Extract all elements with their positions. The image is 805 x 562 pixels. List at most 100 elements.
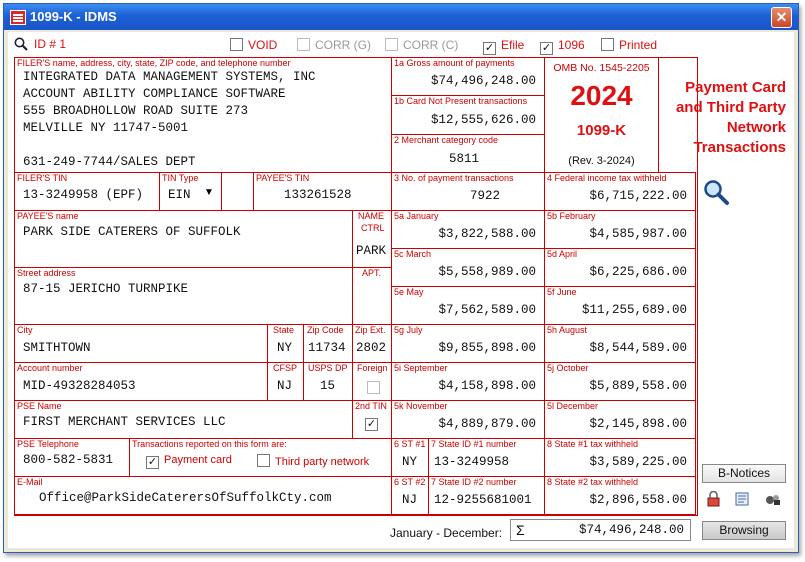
box3-label: 3 No. of payment transactions bbox=[394, 173, 514, 183]
usps-dp-field[interactable]: USPS DP 15 bbox=[303, 362, 353, 401]
email-value: Office@ParkSideCaterersOfSuffolkCty.com bbox=[39, 491, 332, 505]
state2-code[interactable]: 6 ST #2 NJ bbox=[391, 476, 429, 515]
box5g-value: $9,855,898.00 bbox=[438, 341, 536, 355]
filer-block[interactable]: FILER'S name, address, city, state, ZIP … bbox=[14, 57, 392, 173]
corr-g-checkbox[interactable]: CORR (G) bbox=[297, 38, 371, 52]
box5h[interactable]: 5h August $8,544,589.00 bbox=[544, 324, 696, 363]
tools-icon[interactable] bbox=[764, 491, 782, 507]
corr-c-checkbox[interactable]: CORR (C) bbox=[385, 38, 458, 52]
payment-card-checkbox[interactable]: ✓ bbox=[146, 456, 159, 469]
id-selector[interactable]: ID # 1 bbox=[14, 37, 66, 51]
omb-block: OMB No. 1545-2205 2024 1099-K (Rev. 3-20… bbox=[544, 57, 659, 173]
box5a[interactable]: 5a January $3,822,588.00 bbox=[391, 210, 545, 249]
title-bar[interactable]: 1099-K - IDMS ✕ bbox=[4, 4, 798, 30]
void-checkbox[interactable]: VOID bbox=[230, 38, 277, 52]
street-address[interactable]: Street address 87-15 JERICHO TURNPIKE bbox=[14, 267, 353, 325]
state1-id-value: 13-3249958 bbox=[434, 455, 510, 469]
payee-tin[interactable]: PAYEE'S TIN 133261528 bbox=[253, 172, 392, 211]
second-tin-checkbox[interactable]: ✓ bbox=[365, 418, 378, 431]
state2-tax[interactable]: 8 State #2 tax withheld $2,896,558.00 bbox=[544, 476, 696, 515]
payee-tin-label: PAYEE'S TIN bbox=[256, 173, 310, 183]
browsing-button[interactable]: Browsing bbox=[702, 521, 786, 540]
form1096-checkbox[interactable]: ✓ 1096 bbox=[540, 38, 585, 55]
box5e[interactable]: 5e May $7,562,589.00 bbox=[391, 286, 545, 325]
notes-icon[interactable] bbox=[734, 491, 752, 507]
box5l[interactable]: 5l December $2,145,898.00 bbox=[544, 400, 696, 439]
box5g[interactable]: 5g July $9,855,898.00 bbox=[391, 324, 545, 363]
box1b-label: 1b Card Not Present transactions bbox=[394, 96, 528, 106]
box5j-label: 5j October bbox=[547, 363, 589, 373]
state1-id[interactable]: 7 State ID #1 number 13-3249958 bbox=[428, 438, 545, 477]
cfsp-field[interactable]: CFSP NJ bbox=[267, 362, 304, 401]
box5i-value: $4,158,898.00 bbox=[438, 379, 536, 393]
state1-code[interactable]: 6 ST #1 NY bbox=[391, 438, 429, 477]
b-notices-button[interactable]: B-Notices bbox=[702, 464, 786, 483]
state1-tax-value: $3,589,225.00 bbox=[589, 455, 687, 469]
name-ctrl[interactable]: NAME CTRL PARK bbox=[352, 210, 392, 268]
cfsp-value: NJ bbox=[277, 379, 293, 393]
zip-ext-label: Zip Ext. bbox=[355, 325, 386, 335]
box4[interactable]: 4 Federal income tax withheld $6,715,222… bbox=[544, 172, 696, 211]
printed-checkbox[interactable]: Printed bbox=[601, 38, 657, 52]
box2[interactable]: 2 Merchant category code 5811 bbox=[391, 134, 545, 173]
third-party-checkbox[interactable] bbox=[257, 454, 270, 467]
box5j[interactable]: 5j October $5,889,558.00 bbox=[544, 362, 696, 401]
close-button[interactable]: ✕ bbox=[771, 7, 792, 28]
sigma-icon: Σ bbox=[516, 522, 525, 538]
chevron-down-icon[interactable]: ▼ bbox=[204, 187, 214, 198]
box5a-value: $3,822,588.00 bbox=[438, 227, 536, 241]
payment-card-option[interactable]: ✓ Payment card bbox=[146, 454, 232, 469]
state2-tax-label: 8 State #2 tax withheld bbox=[547, 477, 639, 487]
payment-card-label: Payment card bbox=[164, 454, 232, 466]
tin-type-value: EIN bbox=[168, 188, 191, 202]
box1b[interactable]: 1b Card Not Present transactions $12,555… bbox=[391, 95, 545, 135]
box2-label: 2 Merchant category code bbox=[394, 135, 499, 145]
box5l-label: 5l December bbox=[547, 401, 599, 411]
state-label: State bbox=[273, 325, 295, 335]
filer-tin[interactable]: FILER'S TIN 13-3249958 (EPF) bbox=[14, 172, 160, 211]
payee-name-label: PAYEE'S name bbox=[17, 211, 79, 221]
box5d[interactable]: 5d April $6,225,686.00 bbox=[544, 248, 696, 287]
box5f[interactable]: 5f June $11,255,689.00 bbox=[544, 286, 696, 325]
form1096-box[interactable]: ✓ bbox=[540, 42, 553, 55]
box3[interactable]: 3 No. of payment transactions 7922 bbox=[391, 172, 545, 211]
box5k[interactable]: 5k November $4,889,879.00 bbox=[391, 400, 545, 439]
box1a[interactable]: 1a Gross amount of payments $74,496,248.… bbox=[391, 57, 545, 96]
id-label: ID # 1 bbox=[34, 37, 67, 51]
pse-telephone[interactable]: PSE Telephone 800-582-5831 bbox=[14, 438, 130, 477]
payee-name[interactable]: PAYEE'S name PARK SIDE CATERERS OF SUFFO… bbox=[14, 210, 353, 268]
box5i[interactable]: 5i September $4,158,898.00 bbox=[391, 362, 545, 401]
lookup-icon[interactable] bbox=[702, 178, 730, 206]
box5b[interactable]: 5b February $4,585,987.00 bbox=[544, 210, 696, 249]
box5c[interactable]: 5c March $5,558,989.00 bbox=[391, 248, 545, 287]
zip-ext-field[interactable]: Zip Ext. 2802 bbox=[352, 324, 392, 363]
state2-code-label: 6 ST #2 bbox=[394, 477, 426, 487]
city-field[interactable]: City SMITHTOWN bbox=[14, 324, 268, 363]
state1-tax[interactable]: 8 State #1 tax withheld $3,589,225.00 bbox=[544, 438, 696, 477]
corr-c-box[interactable] bbox=[385, 38, 398, 51]
void-box[interactable] bbox=[230, 38, 243, 51]
corr-g-box[interactable] bbox=[297, 38, 310, 51]
tin-type-select[interactable]: TIN Type EIN ▼ bbox=[159, 172, 222, 211]
state-field[interactable]: State NY bbox=[267, 324, 304, 363]
state2-id[interactable]: 7 State ID #2 number 12-9255681001 bbox=[428, 476, 545, 515]
state2-code-value: NJ bbox=[402, 493, 418, 507]
printed-box[interactable] bbox=[601, 38, 614, 51]
filer-line2: ACCOUNT ABILITY COMPLIANCE SOFTWARE bbox=[23, 87, 286, 101]
pse-name[interactable]: PSE Name FIRST MERCHANT SERVICES LLC bbox=[14, 400, 353, 439]
usps-dp-value: 15 bbox=[320, 379, 336, 393]
zip-field[interactable]: Zip Code 11734 bbox=[303, 324, 353, 363]
apt-field[interactable]: APT. bbox=[352, 267, 392, 325]
account-number[interactable]: Account number MID-49328284053 bbox=[14, 362, 268, 401]
payee-tin-value: 133261528 bbox=[284, 188, 352, 202]
efile-checkbox[interactable]: ✓ Efile bbox=[483, 38, 524, 55]
efile-box[interactable]: ✓ bbox=[483, 42, 496, 55]
state1-id-label: 7 State ID #1 number bbox=[431, 439, 517, 449]
foreign-checkbox[interactable] bbox=[367, 381, 380, 394]
filer-line4: MELVILLE NY 11747-5001 bbox=[23, 121, 189, 135]
lock-icon[interactable] bbox=[705, 491, 723, 507]
email-field[interactable]: E-Mail Office@ParkSideCaterersOfSuffolkCt… bbox=[14, 476, 392, 515]
form-name: 1099-K bbox=[576, 122, 627, 139]
name-ctrl-label1: NAME bbox=[358, 211, 385, 221]
third-party-option[interactable]: Third party network bbox=[257, 454, 369, 468]
